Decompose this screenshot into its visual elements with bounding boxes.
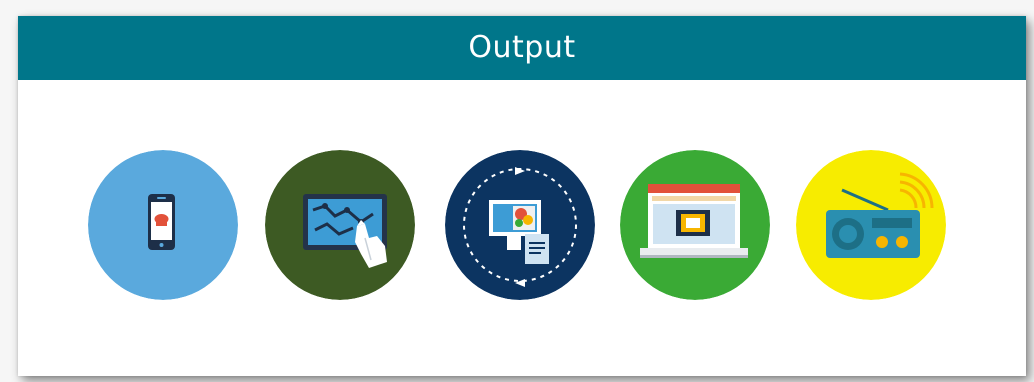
output-panel: Output	[18, 16, 1026, 376]
panel-title: Output	[468, 30, 576, 65]
page-background: Output	[0, 0, 1034, 382]
output-icon-row	[18, 150, 1026, 300]
web-browser-icon	[620, 150, 770, 300]
media-sync-icon	[445, 150, 595, 300]
panel-header: Output	[18, 16, 1026, 80]
touch-screen-map-icon	[265, 150, 415, 300]
radio-icon	[796, 150, 946, 300]
mobile-phone-icon	[88, 150, 238, 300]
